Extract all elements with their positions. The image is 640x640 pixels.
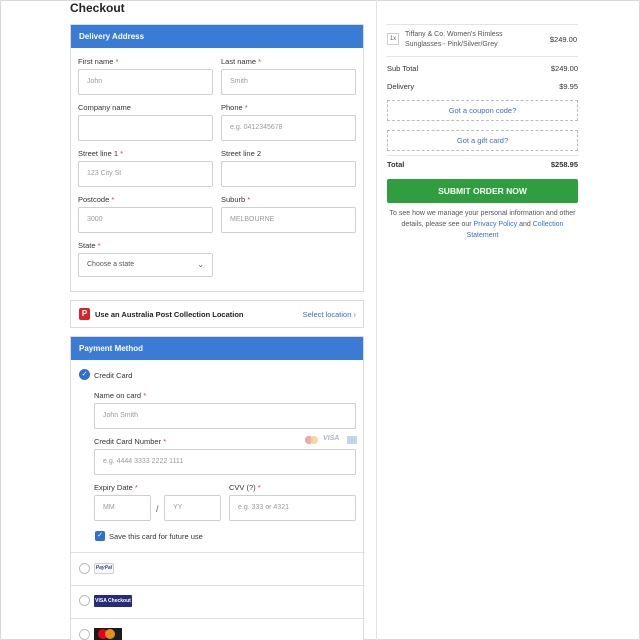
last-name-input[interactable]: Smith [221,69,356,95]
paypal-logo: PayPal [94,563,114,574]
state-label: State * [78,241,101,250]
privacy-info-text: To see how we manage your personal infor… [389,210,576,239]
delivery-row: Delivery $9.95 [387,82,578,91]
company-name-input[interactable] [78,115,213,141]
item-price: $249.00 [549,35,577,44]
auspost-collection-row: P Use an Australia Post Collection Locat… [70,300,364,328]
suburb-label: Suburb * [221,195,251,204]
phone-label: Phone * [221,103,248,112]
postcode-label: Postcode * [78,195,115,204]
total-value: $258.95 [550,160,578,169]
item-name: Tiffany & Co. Women's Rimless Sunglasses… [405,31,503,48]
street-line-2-label: Street line 2 [221,149,262,158]
masterpass-radio[interactable] [79,629,90,640]
expiry-separator: / [156,504,159,514]
privacy-policy-link[interactable]: Privacy Policy [474,221,518,228]
postcode-input[interactable]: 3000 [78,207,213,233]
street-line-2-input[interactable] [221,161,356,187]
payment-method-panel: Payment Method ✓ Credit Card Name on car… [70,336,365,640]
subtotal-value: $249.00 [550,64,578,73]
gift-card-button[interactable]: Got a gift card? [387,130,578,151]
subtotal-label: Sub Total [387,64,419,73]
total-row: Total $258.95 [387,160,578,169]
amex-brand-icon [347,436,357,444]
save-card-checkbox[interactable]: ✓ [95,531,105,541]
phone-input[interactable]: e.g. 0412345678 [221,115,356,141]
state-select[interactable]: Choose a state ⌄ [78,253,213,277]
divider [71,585,365,586]
save-card-label: Save this card for future use [109,532,203,541]
expiry-year-input[interactable]: YY [164,495,221,521]
page-title: Checkout [70,1,125,15]
divider [71,552,365,553]
visa-brand-label: VISA [323,435,340,442]
card-brand-icons: VISA [305,435,357,445]
delivery-address-panel: Delivery Address First name * John Last … [70,24,364,292]
subtotal-row: Sub Total $249.00 [387,64,578,73]
card-number-label: Credit Card Number * [94,437,167,446]
select-location-link[interactable]: Select location › [303,310,356,319]
payment-method-heading: Payment Method [71,337,363,360]
auspost-collection-label: Use an Australia Post Collection Locatio… [95,310,244,319]
first-name-label: First name * [78,57,119,66]
last-name-label: Last name * [221,57,262,66]
item-quantity-badge: 1x [387,33,399,45]
mastercard-logo [94,628,122,640]
order-summary-column: 1x Tiffany & Co. Women's Rimless Sunglas… [376,0,640,640]
divider [71,618,365,619]
mastercard-brand-icon [305,436,319,444]
cvv-input[interactable]: e.g. 333 or 4321 [229,495,356,521]
street-line-1-input[interactable]: 123 City St [78,161,213,187]
credit-card-option-label: Credit Card [94,371,133,380]
suburb-input[interactable]: MELBOURNE [221,207,356,233]
delivery-label: Delivery [387,82,415,91]
street-line-1-label: Street line 1 * [78,149,124,158]
company-name-label: Company name [78,103,131,112]
visa-checkout-logo: VISA Checkout [94,595,132,607]
visa-checkout-radio[interactable] [79,595,90,606]
name-on-card-label: Name on card * [94,391,147,400]
delivery-address-heading: Delivery Address [71,25,363,48]
state-select-value: Choose a state [87,261,135,268]
expiry-date-label: Expiry Date * [94,483,138,492]
credit-card-selected-icon[interactable]: ✓ [79,369,90,380]
australia-post-icon: P [79,308,90,320]
coupon-code-button[interactable]: Got a coupon code? [387,100,578,121]
divider [387,155,578,156]
paypal-radio[interactable] [79,563,90,574]
submit-order-button[interactable]: SUBMIT ORDER NOW [387,179,578,203]
divider [387,24,578,25]
delivery-value: $9.95 [559,82,578,91]
first-name-input[interactable]: John [78,69,213,95]
expiry-month-input[interactable]: MM [94,495,151,521]
total-label: Total [387,160,405,169]
chevron-down-icon: ⌄ [197,260,204,269]
name-on-card-input[interactable]: John Smith [94,403,356,429]
divider [387,56,578,57]
card-number-input[interactable]: e.g. 4444 3333 2222 1111 [94,449,356,475]
chevron-right-icon: › [353,310,357,319]
cvv-label: CVV (?) * [229,483,261,492]
